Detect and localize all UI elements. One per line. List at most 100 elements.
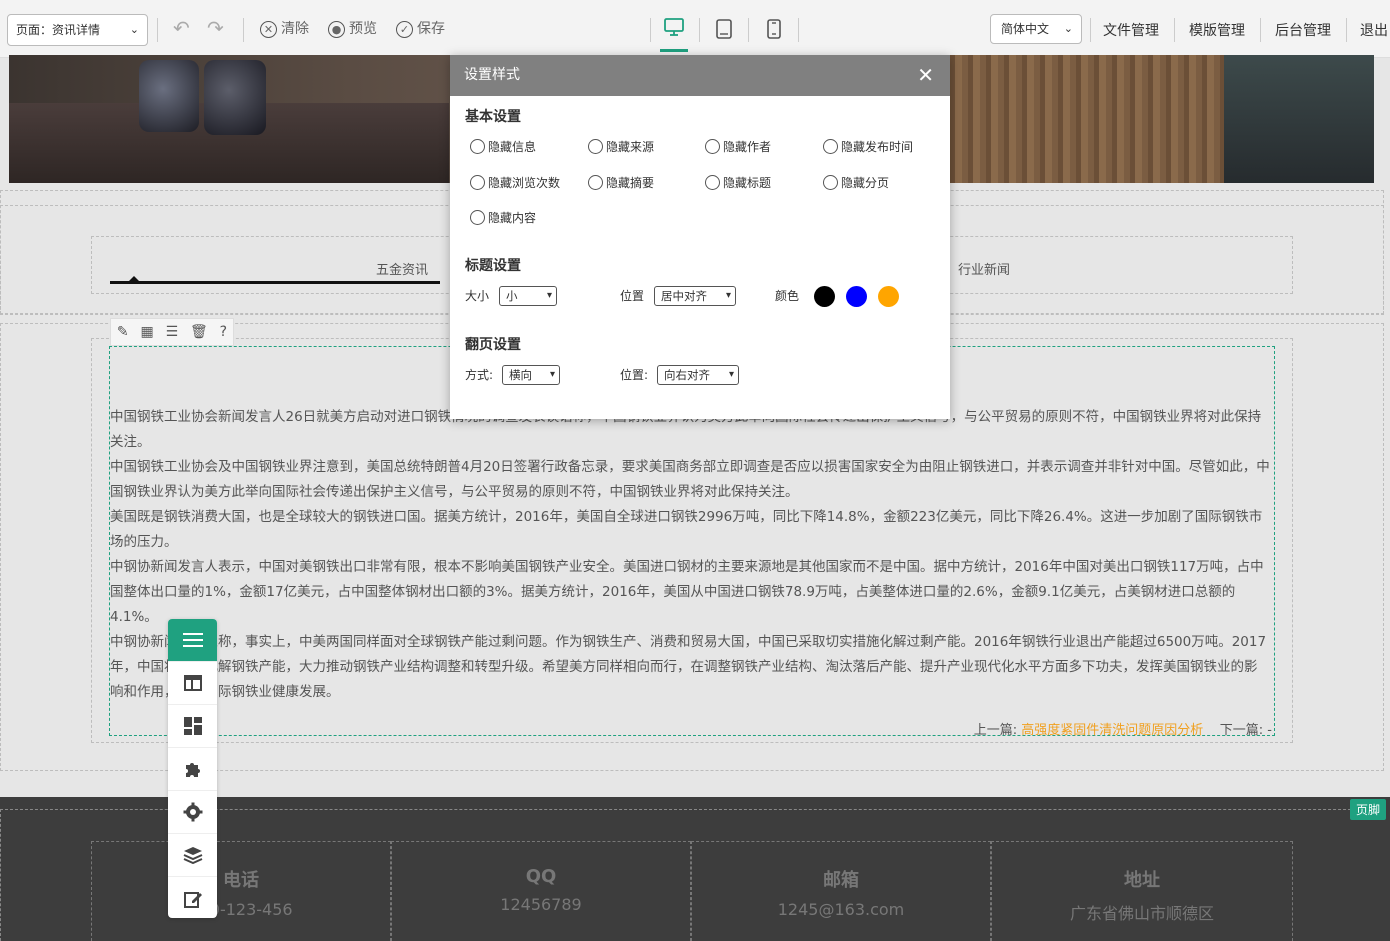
side-edit-button[interactable] [168,877,217,918]
prev-label: 上一篇: [973,723,1018,738]
page-select[interactable]: 页面：资讯详情 ⌄ [7,14,148,46]
title-position-select[interactable]: 居中对齐 ▾ [654,286,736,306]
tablet-view-button[interactable] [710,16,738,42]
radio-hide-content[interactable]: 隐藏内容 [470,209,536,226]
tab-hardware-news[interactable]: 五金资讯 [376,259,428,278]
chevron-down-icon: ▾ [728,369,734,380]
radio-hide-title[interactable]: 隐藏标题 [705,174,771,191]
radio-hide-summary[interactable]: 隐藏摘要 [588,174,654,191]
save-label: 保存 [417,21,445,37]
chevron-down-icon: ⌄ [1063,22,1073,35]
footer-address: 地址 广东省佛山市顺德区 [991,841,1293,941]
template-management-link[interactable]: 模版管理 [1189,20,1245,40]
size-label: 大小 [465,289,490,303]
side-menu [168,619,217,918]
article-paragraph: 中钢协新闻发言人表示，中国对美钢铁出口非常有限，根本不影响美国钢铁产业安全。美国… [110,559,1264,625]
radio-hide-pagination[interactable]: 隐藏分页 [823,174,889,191]
paging-settings-title: 翻页设置 [465,337,521,353]
radio-hide-info[interactable]: 隐藏信息 [470,138,536,155]
side-plugins-button[interactable] [168,748,217,791]
next-article-link[interactable]: - [1267,723,1272,738]
color-swatch-orange[interactable] [878,286,899,307]
color-swatch-blue[interactable] [846,286,867,307]
divider [699,18,700,42]
edit-icon[interactable]: ✎ [117,324,129,340]
side-layers-button[interactable] [168,834,217,877]
side-menu-toggle[interactable] [168,619,217,662]
radio-icon [588,175,603,190]
radio-hide-author[interactable]: 隐藏作者 [705,138,771,155]
radio-icon [823,175,838,190]
radio-hide-views[interactable]: 隐藏浏览次数 [470,174,560,191]
close-circle-icon: ✕ [260,20,277,38]
divider [1174,18,1175,42]
tablet-icon [716,19,732,39]
desktop-view-button[interactable] [660,14,688,52]
radio-label: 隐藏发布时间 [841,140,914,154]
dashboard-icon [183,717,202,735]
save-button[interactable]: ✓ 保存 [396,16,445,42]
clear-button[interactable]: ✕ 清除 [260,16,309,42]
radio-label: 隐藏摘要 [606,176,655,190]
radio-label: 隐藏分页 [841,176,890,190]
side-layout-button[interactable] [168,662,217,705]
radio-icon [823,139,838,154]
footer-phone: 电话 020-123-456 [91,841,391,941]
dialog-title: 设置样式 [464,67,520,83]
file-management-link[interactable]: 文件管理 [1103,20,1159,40]
menu-icon [182,633,203,647]
divider [1260,18,1261,42]
article-paragraph: 中国钢铁工业协会及中国钢铁业界注意到，美国总统特朗普4月20日签署行政备忘录，要… [110,459,1270,500]
layout-icon [183,675,202,691]
prev-article-link[interactable]: 高强度紧固件清洗问题原因分析 [1021,723,1203,738]
chevron-down-icon: ⌄ [129,23,139,36]
title-size-value: 小 [506,289,518,303]
title-position-value: 居中对齐 [661,289,707,303]
layout-icon[interactable]: ▦ [141,324,154,340]
radio-hide-source[interactable]: 隐藏来源 [588,138,654,155]
undo-icon[interactable]: ↶ [173,16,190,40]
edit-icon [183,891,202,908]
phone-icon [767,19,781,39]
layers-icon [183,847,202,864]
color-swatch-black[interactable] [814,286,835,307]
redo-icon[interactable]: ↷ [207,16,224,40]
help-icon[interactable]: ? [220,324,227,340]
divider [748,18,749,42]
footer-value: 020-123-456 [189,900,293,919]
side-widgets-button[interactable] [168,705,217,748]
side-settings-button[interactable] [168,791,217,834]
footer-title: QQ [525,866,557,887]
radio-label: 隐藏内容 [488,211,537,225]
monitor-icon [664,18,684,36]
paging-position-select[interactable]: 向右对齐 ▾ [657,365,739,385]
list-icon[interactable]: ☰ [166,324,179,340]
title-size-select[interactable]: 小 ▾ [499,286,557,306]
language-select[interactable]: 简体中文 ⌄ [990,14,1082,44]
footer-badge[interactable]: 页脚 [1349,799,1386,820]
preview-label: 预览 [349,21,377,37]
divider [1346,18,1347,42]
article-pager: 上一篇: 高强度紧固件清洗问题原因分析 下一篇: - [974,719,1272,738]
logout-link[interactable]: 退出 [1360,20,1388,40]
delete-icon[interactable]: 🗑 [190,324,208,340]
admin-link[interactable]: 后台管理 [1275,20,1331,40]
close-icon[interactable]: ✕ [917,55,934,96]
tab-arrow [128,276,140,282]
preview-button[interactable]: ● 预览 [328,16,377,42]
chevron-down-icon: ▾ [549,369,555,380]
paging-mode-label: 方式: [465,368,494,382]
radio-label: 隐藏来源 [606,140,655,154]
mobile-view-button[interactable] [760,16,788,42]
divider [243,18,244,42]
next-label: 下一篇: [1219,723,1264,738]
puzzle-icon [185,763,200,777]
top-toolbar: 页面：资讯详情 ⌄ ↶ ↷ ✕ 清除 ● 预览 ✓ 保存 简体中文 ⌄ 文件管理… [0,0,1390,58]
language-value: 简体中文 [1001,22,1050,36]
radio-hide-publish-time[interactable]: 隐藏发布时间 [823,138,913,155]
radio-icon [470,210,485,225]
footer-value: 1245@163.com [777,900,905,919]
paging-position-value: 向右对齐 [664,368,710,382]
tab-industry-news[interactable]: 行业新闻 [958,259,1010,278]
paging-mode-select[interactable]: 横向 ▾ [502,365,560,385]
